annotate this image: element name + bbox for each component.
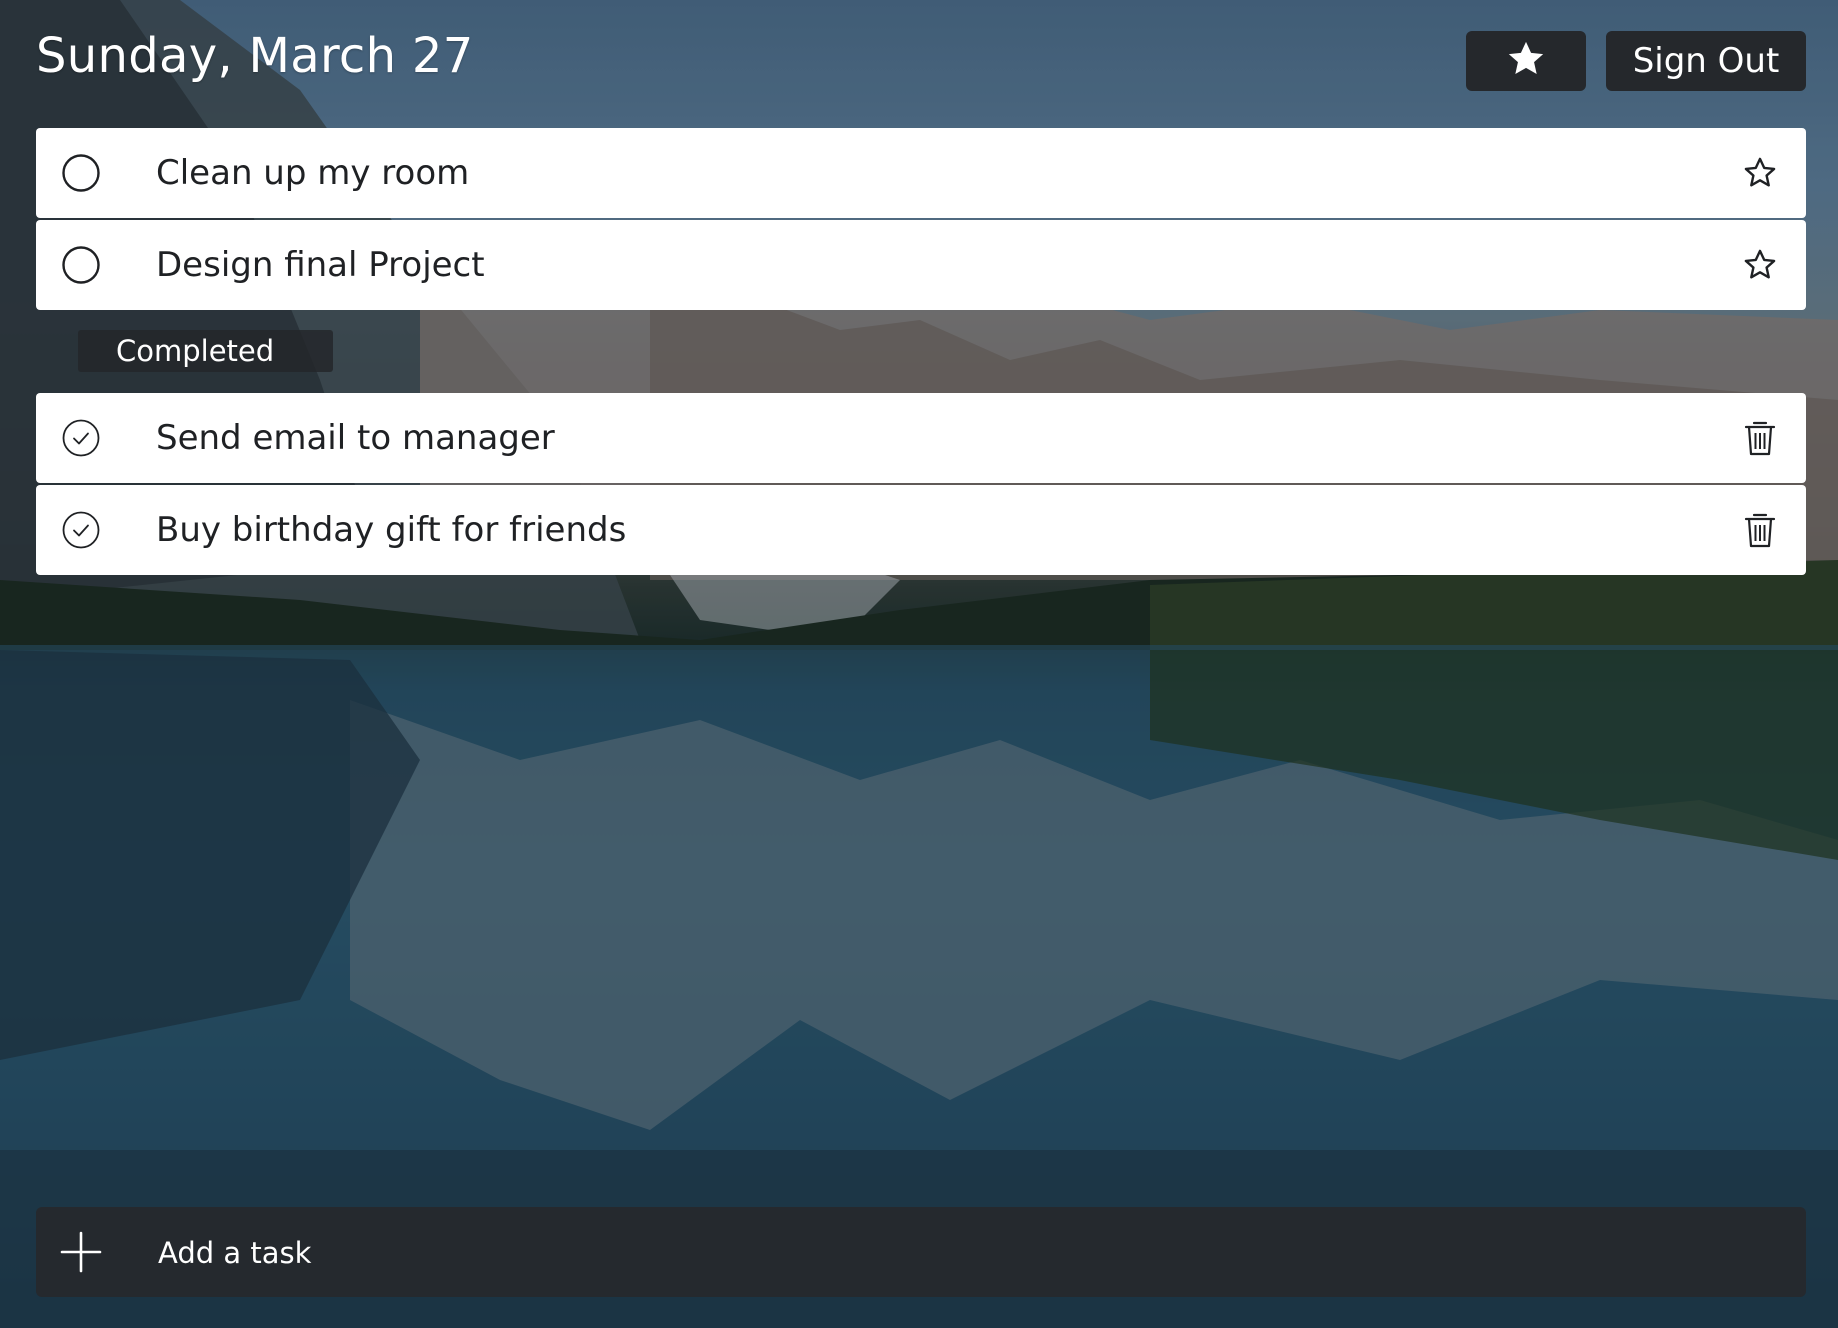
- circle-icon[interactable]: [61, 153, 101, 193]
- task-row[interactable]: Design final Project: [36, 220, 1806, 310]
- trash-icon[interactable]: [1740, 418, 1780, 458]
- starred-filter-button[interactable]: [1466, 31, 1586, 91]
- star-filled-icon: [1504, 38, 1548, 84]
- plus-icon[interactable]: [60, 1231, 102, 1273]
- task-row[interactable]: Buy birthday gift for friends: [36, 485, 1806, 575]
- check-circle-icon[interactable]: [61, 418, 101, 458]
- circle-icon[interactable]: [61, 245, 101, 285]
- task-title: Design final Project: [156, 245, 485, 285]
- add-task-bar[interactable]: [36, 1207, 1806, 1297]
- task-title: Buy birthday gift for friends: [156, 510, 627, 550]
- task-row[interactable]: Clean up my room: [36, 128, 1806, 218]
- task-title: Send email to manager: [156, 418, 555, 458]
- sign-out-button[interactable]: Sign Out: [1606, 31, 1806, 91]
- trash-icon[interactable]: [1740, 510, 1780, 550]
- task-title: Clean up my room: [156, 153, 470, 193]
- completed-section-heading[interactable]: Completed: [78, 330, 333, 372]
- add-task-input[interactable]: [156, 1227, 1760, 1279]
- star-outline-icon[interactable]: [1740, 245, 1780, 285]
- star-outline-icon[interactable]: [1740, 153, 1780, 193]
- task-row[interactable]: Send email to manager: [36, 393, 1806, 483]
- check-circle-icon[interactable]: [61, 510, 101, 550]
- page-title-date: Sunday, March 27: [36, 28, 474, 84]
